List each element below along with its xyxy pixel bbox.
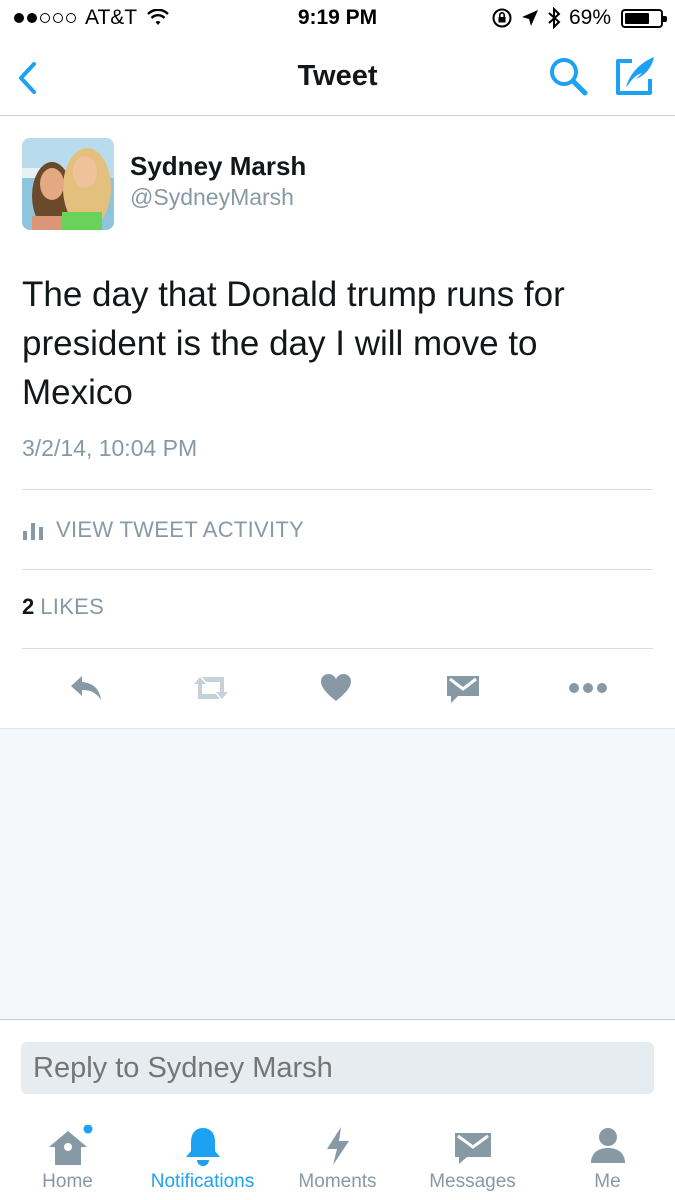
- compose-tweet-icon[interactable]: [612, 53, 658, 99]
- empty-replies-area: [0, 728, 675, 1020]
- author-name[interactable]: Sydney Marsh: [130, 151, 306, 182]
- battery-icon: [621, 8, 667, 28]
- reply-input[interactable]: [21, 1042, 654, 1094]
- tab-label: Notifications: [150, 1171, 255, 1192]
- tab-bar: Home Notifications Moments Messages Me: [0, 1117, 675, 1200]
- tweet-actions: [0, 660, 675, 716]
- tab-label: Messages: [429, 1171, 516, 1192]
- divider: [22, 648, 653, 649]
- orientation-lock-icon: [492, 8, 512, 28]
- likes-label: LIKES: [40, 594, 105, 619]
- bell-icon: [185, 1128, 220, 1166]
- tab-label: Me: [594, 1171, 621, 1192]
- divider: [22, 569, 653, 570]
- location-arrow-icon: [521, 10, 538, 26]
- reply-bar: [0, 1021, 675, 1117]
- avatar[interactable]: [22, 138, 114, 230]
- retweet-icon[interactable]: [190, 672, 232, 704]
- likes-count[interactable]: 2 LIKES: [22, 594, 104, 620]
- tab-label: Moments: [298, 1171, 377, 1192]
- like-icon[interactable]: [320, 672, 352, 704]
- envelope-icon: [454, 1133, 491, 1164]
- tab-label: Home: [42, 1171, 93, 1192]
- search-icon[interactable]: [548, 56, 588, 96]
- tab-me[interactable]: Me: [540, 1117, 675, 1200]
- author-handle[interactable]: @SydneyMarsh: [130, 184, 294, 211]
- lightning-icon: [326, 1127, 349, 1165]
- reply-icon[interactable]: [68, 672, 104, 704]
- bluetooth-icon: [548, 7, 561, 29]
- nav-bar: Tweet: [0, 40, 675, 116]
- direct-message-icon[interactable]: [446, 672, 480, 704]
- tweet-timestamp: 3/2/14, 10:04 PM: [22, 435, 198, 461]
- status-bar: AT&T 9:19 PM 69%: [0, 0, 675, 40]
- view-tweet-activity-label: VIEW TWEET ACTIVITY: [56, 517, 305, 542]
- tab-home[interactable]: Home: [0, 1117, 135, 1200]
- battery-percent: 69%: [568, 6, 611, 29]
- bar-chart-icon: [23, 523, 43, 540]
- home-icon: [48, 1125, 92, 1165]
- divider: [22, 489, 653, 490]
- person-icon: [590, 1128, 625, 1163]
- tab-notifications[interactable]: Notifications: [135, 1117, 270, 1200]
- more-icon[interactable]: [568, 672, 608, 704]
- status-right: 69%: [491, 6, 667, 30]
- tab-messages[interactable]: Messages: [405, 1117, 540, 1200]
- tweet-text: The day that Donald trump runs for presi…: [22, 275, 565, 412]
- likes-number: 2: [22, 594, 35, 619]
- view-tweet-activity-button[interactable]: VIEW TWEET ACTIVITY: [22, 507, 304, 553]
- tab-moments[interactable]: Moments: [270, 1117, 405, 1200]
